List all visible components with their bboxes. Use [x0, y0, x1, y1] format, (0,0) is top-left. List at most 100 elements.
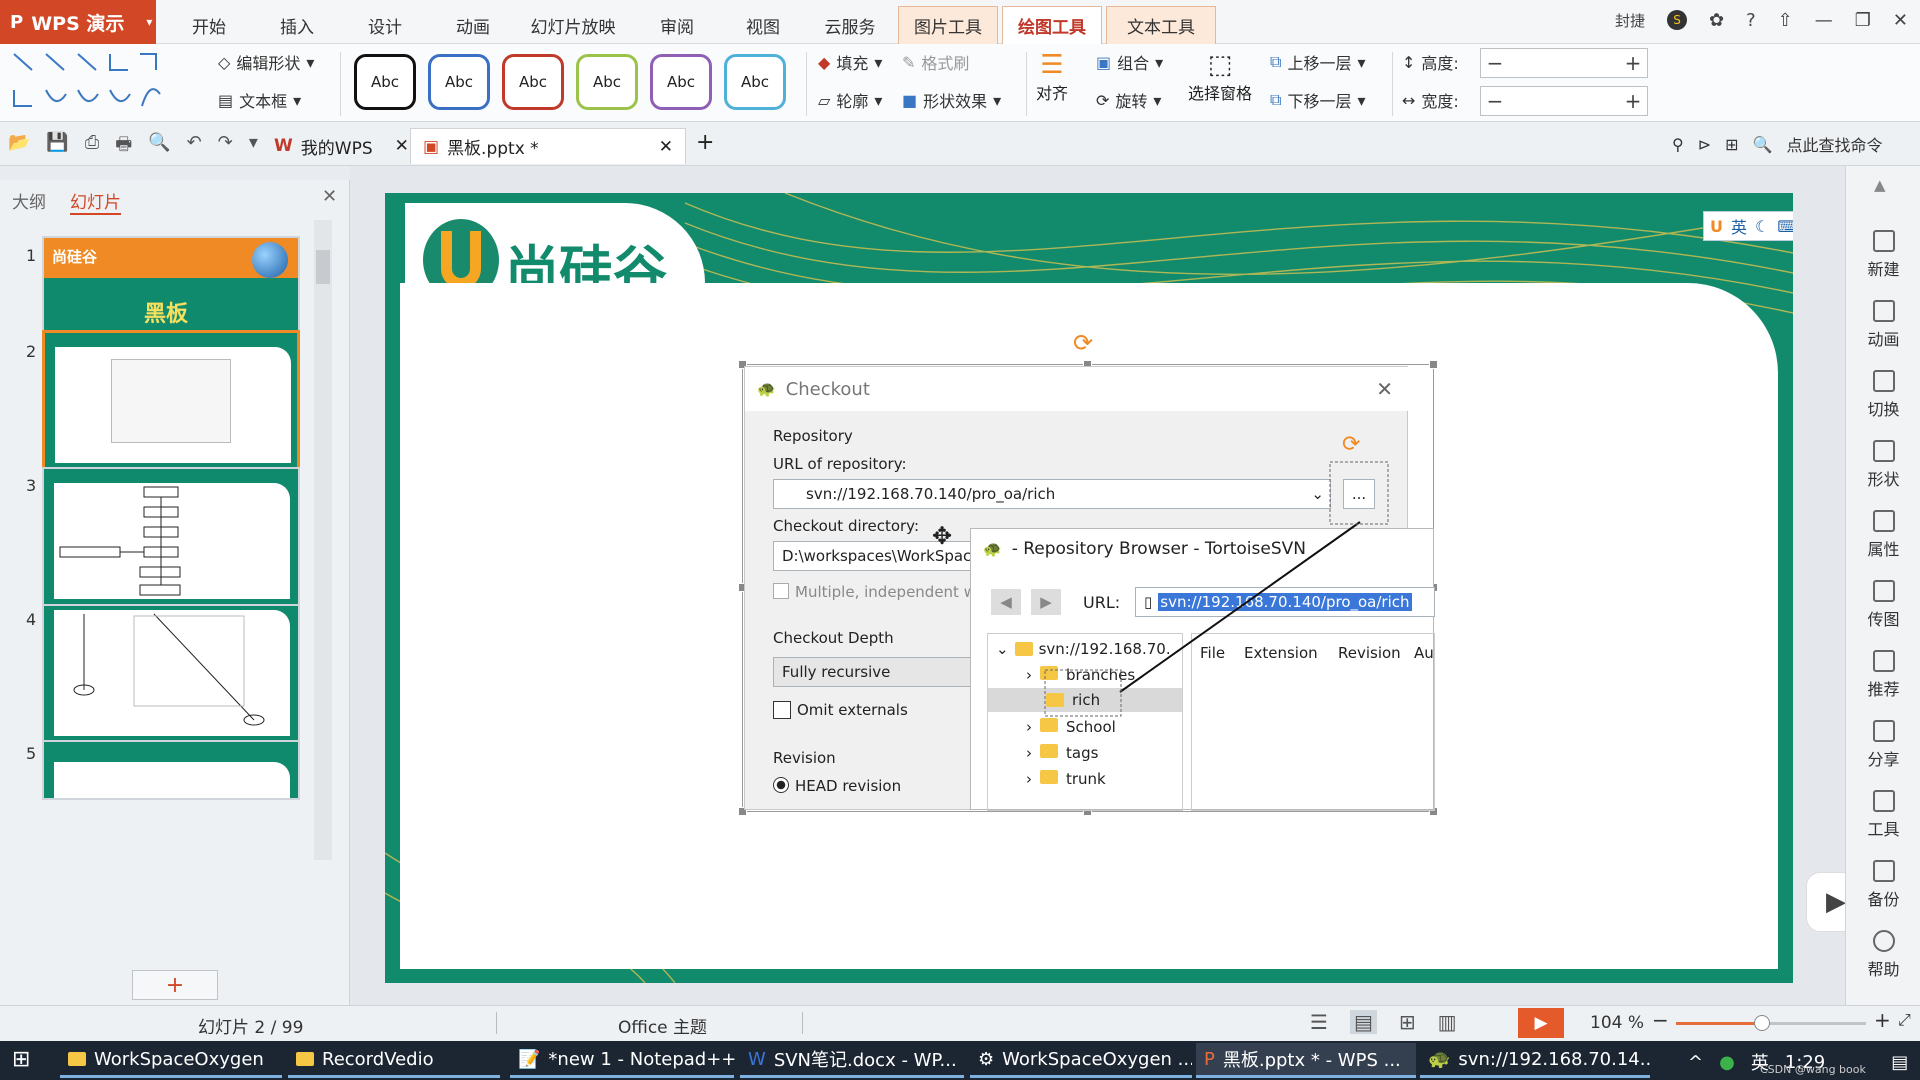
tab-slideshow[interactable]: 幻灯片放映 — [528, 6, 618, 44]
maximize-icon[interactable]: ❐ — [1855, 10, 1871, 31]
redo-icon[interactable]: ↷ — [218, 132, 233, 162]
pin-icon[interactable]: ⚲ — [1672, 135, 1684, 154]
open-icon[interactable]: 📂 — [8, 132, 30, 162]
scroll-thumb[interactable] — [316, 250, 330, 284]
task-workspace-oxygen[interactable]: WorkSpaceOxygen — [60, 1043, 282, 1078]
user-badge[interactable]: S — [1667, 10, 1688, 30]
style-preset-blue[interactable]: Abc — [428, 54, 490, 110]
slide-thumb-5[interactable] — [42, 740, 300, 800]
style-preset-purple[interactable]: Abc — [650, 54, 712, 110]
rotate-handle-icon[interactable]: ⟳ — [1073, 329, 1093, 357]
radio-icon[interactable] — [773, 777, 789, 793]
slide-thumb-4[interactable] — [42, 604, 300, 749]
chevron-down-icon[interactable]: ⌄ — [996, 640, 1009, 658]
help-icon[interactable]: ? — [1746, 10, 1756, 31]
sorter-view-icon[interactable]: ⊞ — [1399, 1010, 1416, 1034]
rail-transition[interactable]: 切换 — [1846, 370, 1920, 420]
task-record-vedio[interactable]: RecordVedio — [288, 1043, 500, 1078]
share-icon[interactable]: ⊳ — [1698, 135, 1711, 154]
tab-picture-tools[interactable]: 图片工具 — [898, 6, 998, 44]
selection-pane-button[interactable]: ⬚ 选择窗格 — [1188, 50, 1252, 104]
omit-externals-checkbox[interactable]: Omit externals — [773, 701, 908, 719]
skin-icon[interactable]: ✿ — [1709, 10, 1724, 31]
rail-new[interactable]: 新建 — [1846, 230, 1920, 280]
windows-start-icon[interactable]: ⊞ — [12, 1047, 30, 1072]
reading-view-icon[interactable]: ▥ — [1438, 1010, 1457, 1034]
search-icon[interactable]: 🔍 — [1753, 135, 1773, 154]
format-brush-button[interactable]: ✎ 格式刷 — [902, 50, 969, 74]
shape-gallery[interactable] — [10, 50, 190, 114]
tab-view[interactable]: 视图 — [740, 6, 786, 44]
url-combobox[interactable]: svn://192.168.70.140/pro_oa/rich ⌄ — [773, 479, 1331, 509]
rail-upload-image[interactable]: 传图 — [1846, 580, 1920, 630]
style-preset-red[interactable]: Abc — [502, 54, 564, 110]
col-header-revision[interactable]: Revision — [1338, 644, 1401, 662]
tab-home[interactable]: 开始 — [186, 6, 232, 44]
style-preset-green[interactable]: Abc — [576, 54, 638, 110]
doc-tab-mywps[interactable]: W 我的WPS ✕ — [262, 128, 421, 164]
minimize-icon[interactable]: — — [1815, 10, 1833, 31]
doc-tab-blackboard[interactable]: ▣ 黑板.pptx * ✕ — [410, 128, 686, 164]
back-arrow-icon[interactable]: ◀ — [991, 589, 1021, 615]
col-header-file[interactable]: File — [1200, 644, 1225, 662]
browse-button[interactable]: ... — [1343, 479, 1375, 509]
chevron-right-icon[interactable]: › — [1026, 770, 1032, 788]
tree-item-rich[interactable]: rich — [988, 688, 1182, 712]
fill-button[interactable]: ◆ 填充 ▾ — [818, 50, 882, 74]
send-backward-button[interactable]: ⧉ 下移一层 ▾ — [1270, 88, 1365, 112]
rotate-handle-icon[interactable]: ⟳ — [1342, 432, 1360, 457]
rail-share[interactable]: 分享 — [1846, 720, 1920, 770]
rail-tools[interactable]: 工具 — [1846, 790, 1920, 840]
tab-text-tools[interactable]: 文本工具 — [1106, 6, 1216, 44]
preview-icon[interactable]: 🔍 — [148, 132, 170, 162]
scroll-up-icon[interactable]: ▲ — [1874, 176, 1886, 194]
thumb-scrollbar[interactable] — [314, 220, 332, 860]
depth-select[interactable]: Fully recursive — [773, 657, 973, 687]
tab-insert[interactable]: 插入 — [274, 6, 320, 44]
chevron-down-icon[interactable]: ⌄ — [1311, 485, 1324, 503]
arrange-icon[interactable]: ⊞ — [1725, 135, 1738, 154]
tree-item-branches[interactable]: › branches — [1026, 666, 1135, 684]
width-stepper[interactable]: − + — [1480, 86, 1648, 116]
close-icon[interactable]: ✕ — [659, 137, 673, 157]
new-tab-icon[interactable]: + — [696, 130, 714, 155]
increase-icon[interactable]: + — [1619, 51, 1647, 75]
print-icon[interactable]: 🖶 — [115, 132, 132, 162]
style-preset-black[interactable]: Abc — [354, 54, 416, 110]
text-box-button[interactable]: ▤ 文本框 ▾ — [218, 88, 301, 112]
play-slideshow-button[interactable]: ▶ — [1518, 1008, 1564, 1038]
close-icon[interactable]: ✕ — [1376, 377, 1393, 401]
task-notepad[interactable]: 📝 *new 1 - Notepad++ — [510, 1043, 736, 1078]
checkbox-icon[interactable] — [773, 583, 789, 599]
chevron-right-icon[interactable]: › — [1026, 744, 1032, 762]
minimize-ribbon-icon[interactable]: ⇧ — [1778, 10, 1793, 31]
rail-backup[interactable]: 备份 — [1846, 860, 1920, 910]
task-svn-notes[interactable]: W SVN笔记.docx - WP... — [740, 1043, 964, 1078]
tab-animation[interactable]: 动画 — [450, 6, 496, 44]
tree-root[interactable]: ⌄ svn://192.168.70. — [996, 640, 1171, 658]
task-wps-presentation[interactable]: P 黑板.pptx * - WPS ... — [1196, 1043, 1416, 1078]
multiple-checkbox[interactable]: Multiple, independent wo — [773, 583, 985, 601]
zoom-out-icon[interactable]: − — [1652, 1008, 1669, 1032]
find-command-label[interactable]: 点此查找命令 — [1786, 132, 1882, 156]
rail-help[interactable]: 帮助 — [1846, 930, 1920, 980]
user-label[interactable]: 封捷 — [1615, 10, 1645, 31]
align-button[interactable]: ☰ 对齐 — [1036, 50, 1068, 104]
tab-cloud[interactable]: 云服务 — [820, 6, 880, 44]
group-button[interactable]: ▣ 组合 ▾ — [1096, 50, 1163, 74]
zoom-slider-knob[interactable] — [1753, 1015, 1770, 1031]
height-stepper[interactable]: − + — [1480, 48, 1648, 78]
tab-slides[interactable]: 幻灯片 — [70, 188, 121, 215]
zoom-in-icon[interactable]: + — [1874, 1008, 1891, 1032]
tab-review[interactable]: 审阅 — [654, 6, 700, 44]
export-icon[interactable]: ⎙ — [85, 132, 99, 162]
tree-item-tags[interactable]: › tags — [1026, 744, 1098, 762]
decrease-icon[interactable]: − — [1481, 89, 1509, 113]
notes-view-icon[interactable]: ☰ — [1310, 1010, 1328, 1034]
add-slide-button[interactable]: + — [132, 970, 218, 1000]
close-icon[interactable]: ✕ — [395, 136, 409, 156]
col-header-extension[interactable]: Extension — [1244, 644, 1318, 662]
tab-drawing-tools[interactable]: 绘图工具 — [1002, 6, 1102, 44]
rail-animation[interactable]: 动画 — [1846, 300, 1920, 350]
close-icon[interactable]: ✕ — [1893, 10, 1908, 31]
